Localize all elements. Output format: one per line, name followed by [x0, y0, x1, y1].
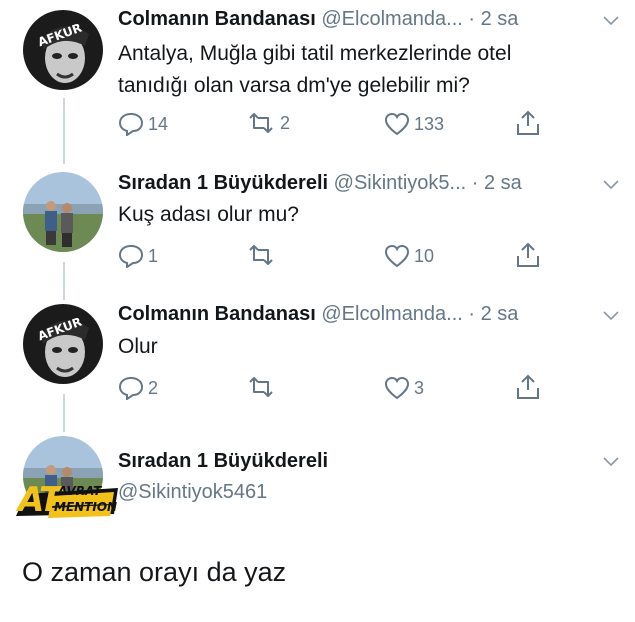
reply-icon: [118, 376, 144, 400]
reply-icon: [118, 244, 144, 268]
handle-time: @Elcolmanda... · 2 sa: [321, 303, 519, 325]
reply-button[interactable]: 14: [118, 112, 168, 136]
tweet-text-line: tanıdığı olan varsa dm'ye gelebilir mi?: [118, 74, 470, 97]
reply-button[interactable]: 1: [118, 244, 158, 268]
author-name[interactable]: Colmanın Bandanası: [118, 303, 316, 325]
heart-icon: [384, 112, 410, 136]
tweet-text: Kuş adası olur mu?: [118, 199, 299, 231]
watermark-top: AVRAT: [58, 484, 102, 498]
handle-time: @Sikintiyok5... · 2 sa: [333, 172, 522, 194]
handle-time: @Elcolmanda... · 2 sa: [321, 8, 519, 30]
share-icon[interactable]: [515, 374, 541, 400]
retweet-icon: [249, 377, 273, 397]
chevron-down-icon[interactable]: [603, 311, 619, 321]
tweet-text-line: Kuş adası olur mu?: [118, 203, 299, 226]
tweet-text: Olur: [118, 331, 158, 363]
heart-icon: [384, 244, 410, 268]
author-name-text: Sıradan 1 Büyükdereli: [118, 450, 329, 472]
tweet-header: Colmanın Bandanası @Elcolmanda... · 2 sa: [118, 303, 518, 326]
handle-text: @Sikintiyok5461: [118, 481, 268, 503]
reply-count: 14: [148, 113, 169, 134]
reply-button[interactable]: 2: [118, 376, 158, 400]
author-name[interactable]: Sıradan 1 Büyükdereli: [118, 172, 328, 194]
watermark-logo: AT AVRAT MENTION: [14, 476, 122, 522]
like-button[interactable]: 133: [384, 112, 444, 136]
like-count: 133: [414, 113, 445, 134]
share-icon[interactable]: [515, 110, 541, 136]
tweet-text: Antalya, Muğla gibi tatil merkezlerinde …: [118, 38, 511, 102]
reply-count: 1: [148, 245, 159, 266]
tweet-text-line: Antalya, Muğla gibi tatil merkezlerinde …: [118, 42, 512, 65]
thread-line: [63, 98, 65, 164]
like-button[interactable]: 10: [384, 244, 434, 268]
thread-line: [63, 262, 65, 300]
tweet-header: Sıradan 1 Büyükdereli @Sikintiyok5... · …: [118, 172, 522, 195]
reply-count: 2: [148, 377, 159, 398]
avatar[interactable]: [23, 172, 103, 252]
tweet-text-line: Olur: [118, 335, 158, 358]
handle: @Sikintiyok5461: [118, 481, 267, 504]
like-count: 3: [414, 377, 425, 398]
avatar[interactable]: AFKUR: [23, 304, 103, 384]
retweet-icon: [249, 245, 273, 265]
like-button[interactable]: 3: [384, 376, 424, 400]
reply-icon: [118, 112, 144, 136]
author-name[interactable]: Colmanın Bandanası: [118, 8, 316, 30]
retweet-count: 2: [280, 112, 291, 133]
retweet-button[interactable]: [246, 376, 280, 398]
retweet-icon: [249, 113, 273, 133]
chevron-down-icon[interactable]: [603, 16, 619, 26]
author-name[interactable]: Sıradan 1 Büyükdereli: [118, 450, 328, 473]
chevron-down-icon[interactable]: [603, 180, 619, 190]
chevron-down-icon[interactable]: [603, 457, 619, 467]
watermark-bottom: MENTION: [54, 500, 118, 514]
retweet-button[interactable]: 2: [246, 112, 290, 134]
avatar[interactable]: AFKUR: [23, 10, 103, 90]
heart-icon: [384, 376, 410, 400]
retweet-button[interactable]: [246, 244, 280, 266]
like-count: 10: [414, 245, 435, 266]
thread-line: [63, 394, 65, 432]
share-icon[interactable]: [515, 242, 541, 268]
tweet-header: Colmanın Bandanası @Elcolmanda... · 2 sa: [118, 8, 518, 31]
caption-text: O zaman orayı da yaz: [22, 557, 287, 587]
